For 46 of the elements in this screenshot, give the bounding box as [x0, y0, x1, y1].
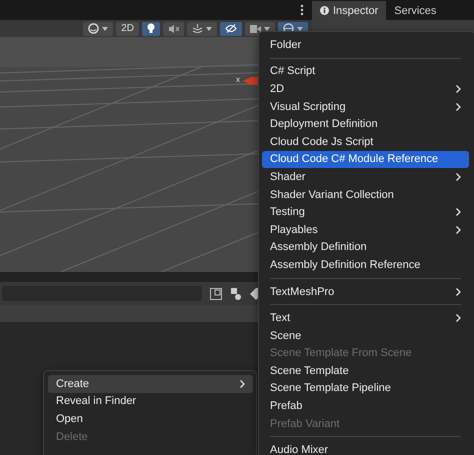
- light-button[interactable]: [142, 22, 160, 36]
- menu-item[interactable]: Playables: [262, 220, 469, 239]
- caret-icon: [102, 26, 108, 30]
- audio-button[interactable]: [163, 22, 184, 36]
- menu-item[interactable]: 2D: [262, 80, 469, 98]
- shading-button[interactable]: [83, 22, 114, 36]
- visibility-button[interactable]: [220, 22, 242, 36]
- sphere-icon: [88, 23, 100, 34]
- menu-item[interactable]: Audio Mixer: [262, 441, 469, 455]
- menu-item[interactable]: Assembly Definition: [262, 238, 469, 256]
- menu-item[interactable]: Visual Scripting: [262, 98, 469, 116]
- menu-item[interactable]: Deployment Definition: [262, 115, 469, 133]
- caret-icon: [206, 26, 212, 30]
- menu-item[interactable]: Prefab: [262, 397, 469, 415]
- axis-label: x: [236, 75, 240, 84]
- camera-icon: [250, 24, 261, 32]
- mode-button[interactable]: 2D: [116, 22, 139, 36]
- menu-item[interactable]: Shader: [262, 168, 469, 186]
- globe-icon: [283, 23, 294, 34]
- menu-item[interactable]: Reveal in Finder: [48, 392, 253, 410]
- menu-item[interactable]: Cloud Code C# Module Reference: [262, 150, 469, 168]
- menu-item[interactable]: Cloud Code Js Script: [262, 132, 469, 151]
- window-icon[interactable]: [210, 288, 222, 300]
- more-icon[interactable]: [300, 4, 304, 16]
- menu-item[interactable]: Scene Template: [262, 362, 469, 380]
- effects-button[interactable]: [187, 22, 217, 36]
- panel-tab[interactable]: Inspector: [312, 1, 386, 20]
- axis-cone-icon: [243, 77, 259, 85]
- menu-item[interactable]: Scene: [262, 326, 469, 344]
- menu-item[interactable]: Open: [48, 410, 253, 428]
- panel-tab[interactable]: Services: [386, 1, 444, 20]
- menu-item[interactable]: Assembly Definition Reference: [262, 256, 469, 274]
- eye-crossed-icon: [225, 24, 237, 33]
- lightbulb-icon: [147, 23, 155, 34]
- menu-item[interactable]: Text: [262, 309, 469, 327]
- info-icon: [320, 6, 329, 15]
- layers-icon: [192, 24, 203, 33]
- menu-item[interactable]: Testing: [262, 203, 469, 221]
- menu-item[interactable]: C# Script: [262, 62, 469, 80]
- menu-item[interactable]: TextMeshPro: [262, 282, 469, 300]
- menu-item[interactable]: Scene Template Pipeline: [262, 380, 469, 398]
- objects-icon[interactable]: [230, 288, 242, 300]
- speaker-icon: [168, 24, 179, 34]
- menu-item[interactable]: Folder: [262, 36, 469, 54]
- menu-item[interactable]: Shader Variant Collection: [262, 186, 469, 204]
- menu-item[interactable]: Create: [48, 375, 253, 393]
